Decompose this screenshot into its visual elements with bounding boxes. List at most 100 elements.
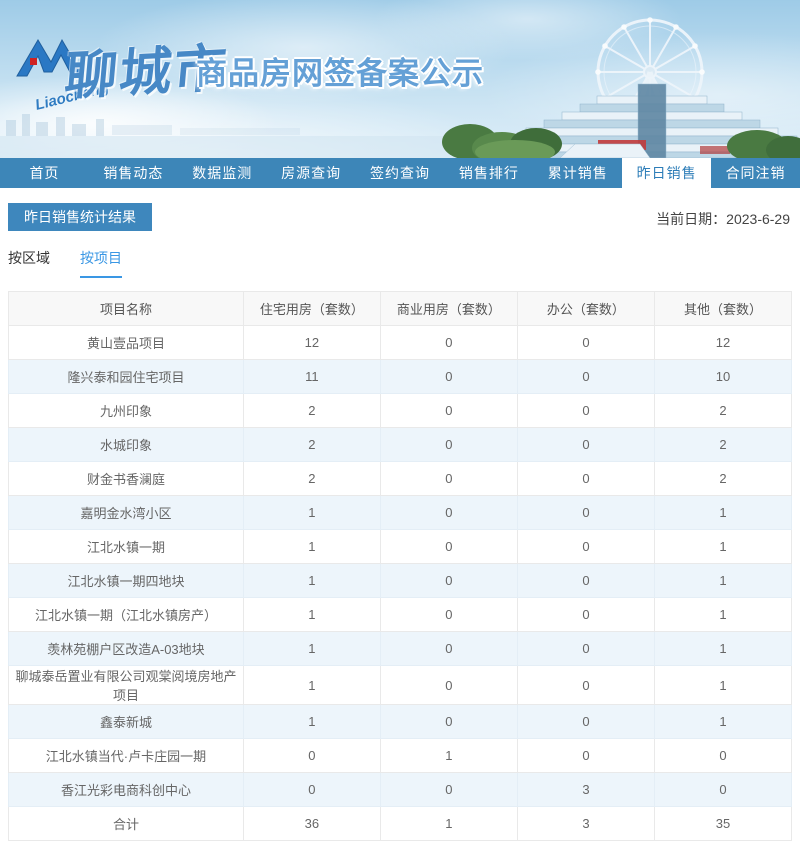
count-cell: 0 xyxy=(517,705,654,739)
nav-item-listing-search[interactable]: 房源查询 xyxy=(267,158,356,188)
count-cell: 0 xyxy=(517,428,654,462)
count-cell: 1 xyxy=(243,564,380,598)
main-nav: 首页销售动态数据监测房源查询签约查询销售排行累计销售昨日销售合同注销 xyxy=(0,158,800,188)
nav-item-yesterday-sales[interactable]: 昨日销售 xyxy=(622,158,711,188)
count-cell: 0 xyxy=(380,428,517,462)
count-cell: 10 xyxy=(654,360,791,394)
count-cell: 0 xyxy=(517,598,654,632)
count-cell: 0 xyxy=(517,462,654,496)
count-cell: 0 xyxy=(380,530,517,564)
site-subtitle: 商品房网签备案公示 xyxy=(196,48,484,93)
sales-table-body: 黄山壹品项目120012隆兴泰和园住宅项目110010九州印象2002水城印象2… xyxy=(9,326,792,841)
table-row: 聊城泰岳置业有限公司观棠阅境房地产项目1001 xyxy=(9,666,792,705)
view-subtabs: 按区域按项目 xyxy=(8,248,792,278)
count-cell: 0 xyxy=(380,394,517,428)
count-cell: 2 xyxy=(243,394,380,428)
current-date-label: 当前日期： xyxy=(656,211,726,227)
nav-item-sales-ranking[interactable]: 销售排行 xyxy=(444,158,533,188)
nav-item-sales-dynamics[interactable]: 销售动态 xyxy=(89,158,178,188)
nav-item-home[interactable]: 首页 xyxy=(0,158,89,188)
count-cell: 1 xyxy=(654,632,791,666)
project-name-cell: 水城印象 xyxy=(9,428,244,462)
count-cell: 0 xyxy=(243,773,380,807)
sales-table: 项目名称住宅用房（套数）商业用房（套数）办公（套数）其他（套数） 黄山壹品项目1… xyxy=(8,291,792,841)
project-name-cell: 江北水镇一期（江北水镇房产） xyxy=(9,598,244,632)
count-cell: 0 xyxy=(654,773,791,807)
project-name-cell: 江北水镇一期 xyxy=(9,530,244,564)
count-cell: 0 xyxy=(380,632,517,666)
table-row: 江北水镇一期1001 xyxy=(9,530,792,564)
count-cell: 2 xyxy=(243,462,380,496)
project-name-cell: 合计 xyxy=(9,807,244,841)
count-cell: 1 xyxy=(380,739,517,773)
count-cell: 3 xyxy=(517,807,654,841)
nav-item-data-monitoring[interactable]: 数据监测 xyxy=(178,158,267,188)
count-cell: 1 xyxy=(654,598,791,632)
count-cell: 1 xyxy=(654,496,791,530)
count-cell: 0 xyxy=(243,739,380,773)
count-cell: 2 xyxy=(654,462,791,496)
count-cell: 1 xyxy=(243,598,380,632)
subtab-by-project[interactable]: 按项目 xyxy=(80,248,122,278)
table-row: 财金书香澜庭2002 xyxy=(9,462,792,496)
count-cell: 0 xyxy=(517,530,654,564)
count-cell: 1 xyxy=(243,530,380,564)
title-row: 昨日销售统计结果 当前日期：2023-6-29 xyxy=(8,188,792,234)
column-header: 办公（套数） xyxy=(517,292,654,326)
project-name-cell: 羡林苑棚户区改造A-03地块 xyxy=(9,632,244,666)
count-cell: 0 xyxy=(380,496,517,530)
column-header: 住宅用房（套数） xyxy=(243,292,380,326)
sales-table-head: 项目名称住宅用房（套数）商业用房（套数）办公（套数）其他（套数） xyxy=(9,292,792,326)
project-name-cell: 财金书香澜庭 xyxy=(9,462,244,496)
site-header: Liaocheng 聊城市 商品房网签备案公示 xyxy=(0,0,800,158)
current-date-value: 2023-6-29 xyxy=(726,211,790,227)
count-cell: 0 xyxy=(380,462,517,496)
table-row: 黄山壹品项目120012 xyxy=(9,326,792,360)
count-cell: 1 xyxy=(654,564,791,598)
count-cell: 0 xyxy=(380,360,517,394)
main-content: 昨日销售统计结果 当前日期：2023-6-29 按区域按项目 项目名称住宅用房（… xyxy=(0,188,800,841)
page: Liaocheng 聊城市 商品房网签备案公示 首页销售动态数据监测房源查询签约… xyxy=(0,0,800,841)
count-cell: 1 xyxy=(654,530,791,564)
count-cell: 3 xyxy=(517,773,654,807)
count-cell: 0 xyxy=(517,564,654,598)
project-name-cell: 鑫泰新城 xyxy=(9,705,244,739)
column-header: 商业用房（套数） xyxy=(380,292,517,326)
table-row: 隆兴泰和园住宅项目110010 xyxy=(9,360,792,394)
count-cell: 0 xyxy=(517,739,654,773)
nav-item-cumulative-sales[interactable]: 累计销售 xyxy=(533,158,622,188)
count-cell: 1 xyxy=(654,705,791,739)
table-row: 江北水镇一期四地块1001 xyxy=(9,564,792,598)
table-row: 江北水镇当代·卢卡庄园一期0100 xyxy=(9,739,792,773)
count-cell: 0 xyxy=(517,666,654,705)
count-cell: 0 xyxy=(517,394,654,428)
count-cell: 1 xyxy=(380,807,517,841)
count-cell: 0 xyxy=(380,705,517,739)
column-header: 其他（套数） xyxy=(654,292,791,326)
subtab-by-region[interactable]: 按区域 xyxy=(8,248,50,278)
nav-item-contract-cancellation[interactable]: 合同注销 xyxy=(711,158,800,188)
table-row: 九州印象2002 xyxy=(9,394,792,428)
column-header: 项目名称 xyxy=(9,292,244,326)
project-name-cell: 江北水镇当代·卢卡庄园一期 xyxy=(9,739,244,773)
current-date: 当前日期：2023-6-29 xyxy=(656,209,790,229)
project-name-cell: 香江光彩电商科创中心 xyxy=(9,773,244,807)
count-cell: 0 xyxy=(380,773,517,807)
project-name-cell: 聊城泰岳置业有限公司观棠阅境房地产项目 xyxy=(9,666,244,705)
page-title: 昨日销售统计结果 xyxy=(8,203,152,231)
nav-item-signing-search[interactable]: 签约查询 xyxy=(356,158,445,188)
project-name-cell: 黄山壹品项目 xyxy=(9,326,244,360)
project-name-cell: 九州印象 xyxy=(9,394,244,428)
count-cell: 0 xyxy=(517,496,654,530)
project-name-cell: 江北水镇一期四地块 xyxy=(9,564,244,598)
table-row: 羡林苑棚户区改造A-03地块1001 xyxy=(9,632,792,666)
table-row: 鑫泰新城1001 xyxy=(9,705,792,739)
count-cell: 1 xyxy=(243,496,380,530)
count-cell: 2 xyxy=(654,394,791,428)
count-cell: 1 xyxy=(654,666,791,705)
count-cell: 0 xyxy=(380,326,517,360)
total-row: 合计361335 xyxy=(9,807,792,841)
count-cell: 36 xyxy=(243,807,380,841)
count-cell: 0 xyxy=(380,666,517,705)
water xyxy=(0,136,500,158)
